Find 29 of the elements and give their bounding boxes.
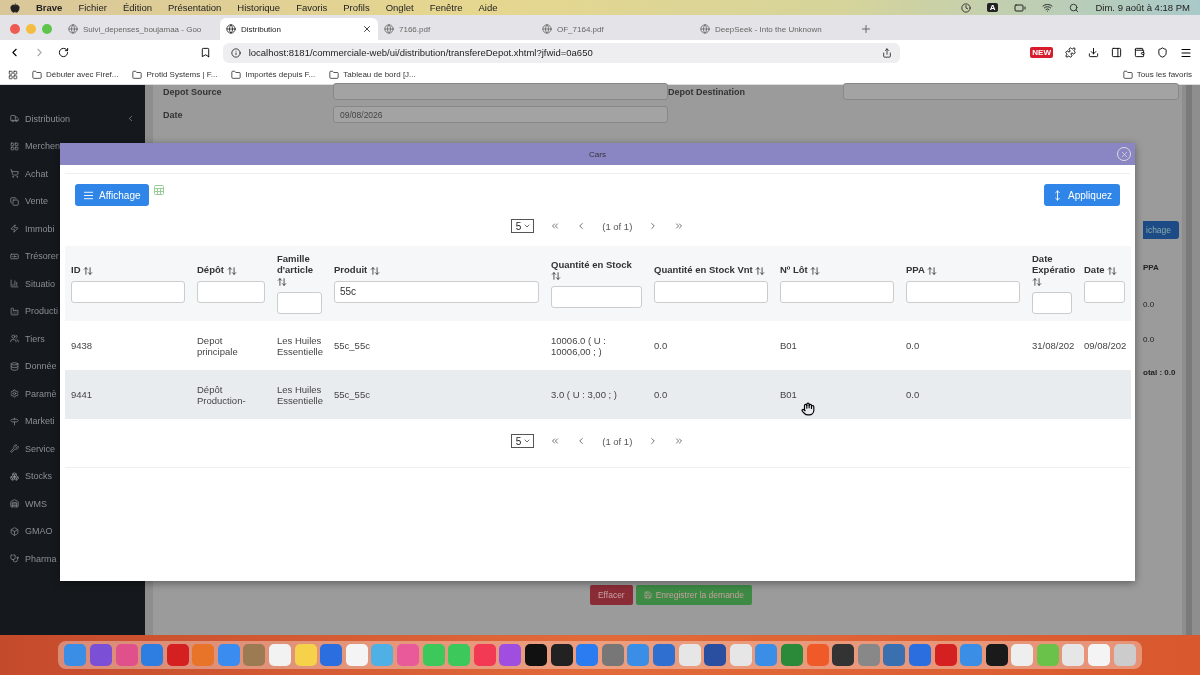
table-cell: 31/08/202 [1032,340,1075,351]
dialog-title: Cars [589,149,606,159]
field-label: Date [163,109,184,120]
total-text: otal : 0.0 [1143,368,1177,377]
field-label: Depot Destination [668,86,746,97]
table-cell: 9438 [71,340,93,351]
page-report: (1 of 1) [602,435,633,447]
table-cell: 0.0 [906,340,920,351]
table-cell: Dépôt Production- [197,383,246,406]
column-header: PPA [1143,263,1160,272]
table-cell: B01 [780,389,797,400]
table-cell: 9441 [71,389,93,400]
table-cell: 0.0 [906,389,920,400]
table-cell: Les Huiles Essentielle [277,334,323,357]
new-badge: NEW [1030,47,1053,58]
table-cell: 10006.0 ( U : 10006,00 ; ) [551,334,606,357]
table-cell: 0.0 [654,340,668,351]
field-label: Depot Source [163,86,223,97]
table-cell: Depot principale [197,334,238,357]
table-cell: 09/08/202 [1084,340,1127,351]
table-cell: 55c_55c [334,389,370,400]
table-cell-text: 0.0 [1143,335,1156,344]
table-cell: Les Huiles Essentielle [277,383,323,406]
table-cell: 0.0 [654,389,668,400]
table-cell-text: 0.0 [1143,300,1156,309]
page-report: (1 of 1) [602,220,633,232]
table-cell: 55c_55c [334,340,370,351]
table-cell: B01 [780,340,797,351]
table-cell: 3.0 ( U : 3,00 ; ) [551,389,617,400]
